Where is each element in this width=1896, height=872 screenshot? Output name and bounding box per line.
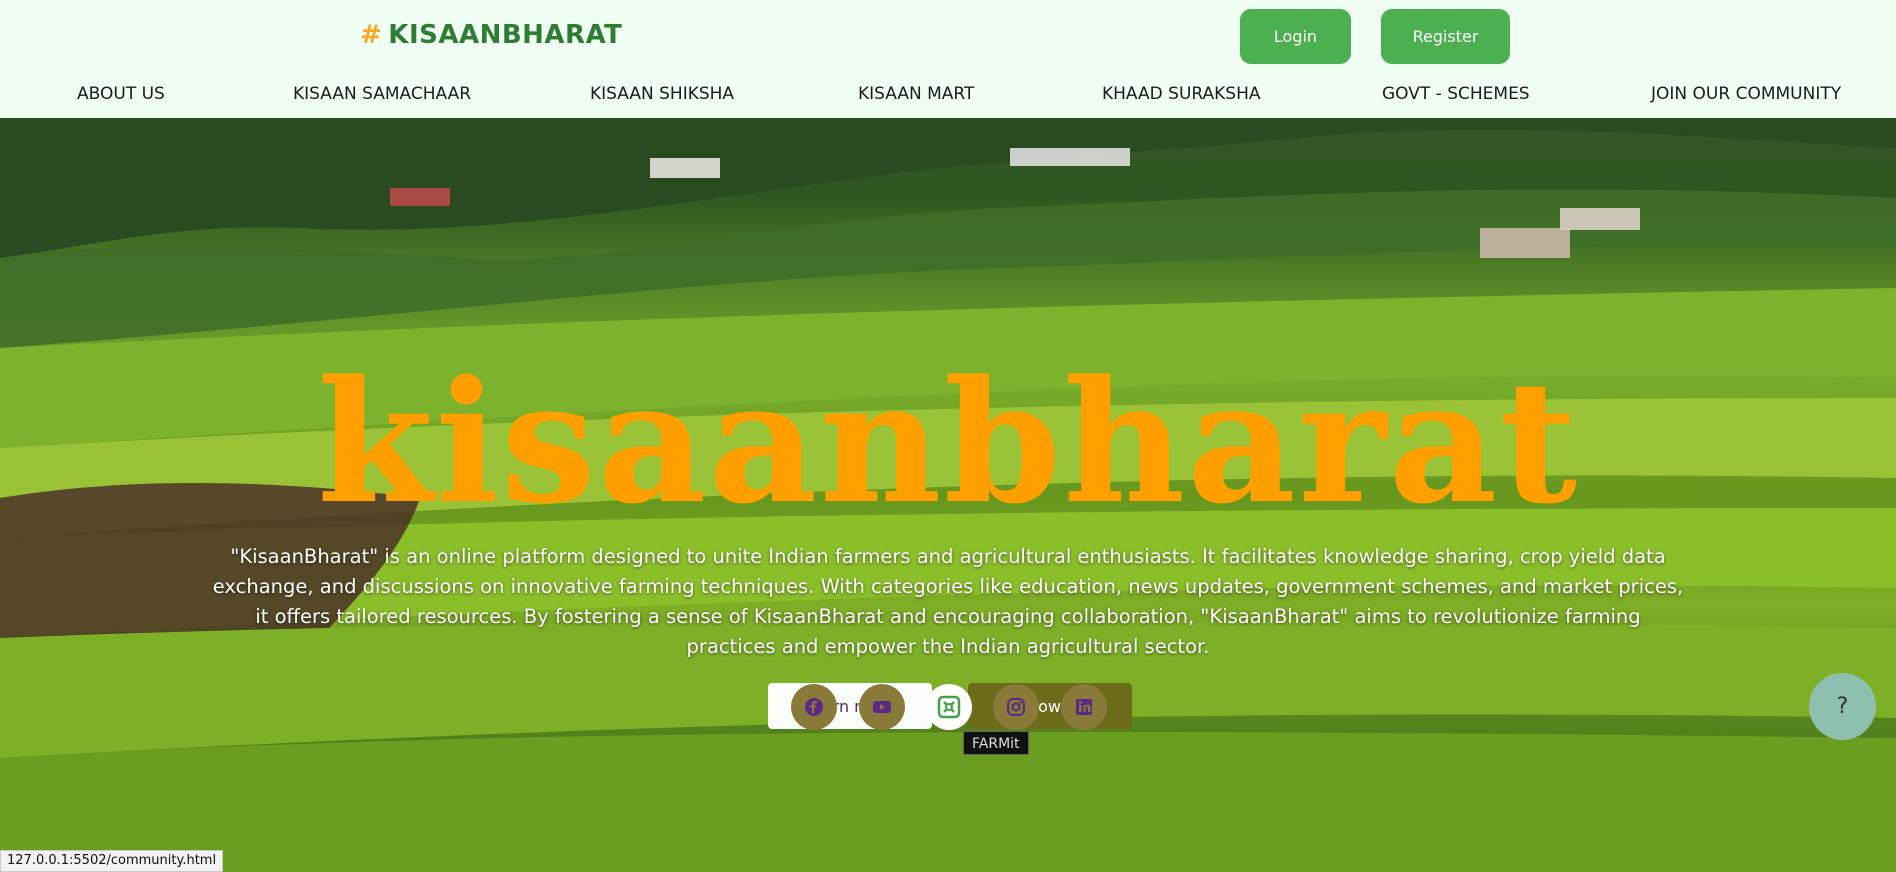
nav-item-govt-schemes[interactable]: GOVT - SCHEMES: [1382, 84, 1530, 104]
top-header: # KISAANBHARAT Login Register ABOUT US KI…: [0, 0, 1896, 118]
nav-item-join-our-community[interactable]: JOIN OUR COMMUNITY: [1651, 84, 1841, 104]
hero-title: kisaanbharat: [316, 343, 1580, 541]
nav-item-khaad-suraksha[interactable]: KHAAD SURAKSHA: [1102, 84, 1261, 104]
register-button[interactable]: Register: [1381, 9, 1510, 64]
login-button[interactable]: Login: [1240, 9, 1351, 64]
hero-section: kisaanbharat "KisaanBharat" is an online…: [0, 118, 1896, 872]
help-button[interactable]: ?: [1809, 673, 1876, 740]
nav-item-about-us[interactable]: ABOUT US: [77, 84, 165, 104]
main-nav: ABOUT US KISAAN SAMACHAAR KISAAN SHIKSHA…: [0, 84, 1896, 114]
logo-text: KISAANBHARAT: [388, 20, 623, 50]
nav-item-kisaan-samachaar[interactable]: KISAAN SAMACHAAR: [293, 84, 471, 104]
nav-item-kisaan-shiksha[interactable]: KISAAN SHIKSHA: [590, 84, 734, 104]
youtube-icon[interactable]: [859, 684, 905, 730]
nav-item-kisaan-mart[interactable]: KISAAN MART: [858, 84, 974, 104]
browser-status-bar: 127.0.0.1:5502/community.html: [0, 850, 224, 872]
hero-description: "KisaanBharat" is an online platform des…: [212, 545, 1684, 658]
linkedin-icon[interactable]: [1061, 684, 1107, 730]
farmit-icon[interactable]: [926, 684, 972, 730]
logo-hash: #: [360, 20, 383, 50]
instagram-icon[interactable]: [993, 684, 1039, 730]
farmit-tooltip: FARMit: [963, 731, 1029, 755]
facebook-icon[interactable]: [791, 684, 837, 730]
site-logo[interactable]: # KISAANBHARAT: [360, 20, 622, 50]
